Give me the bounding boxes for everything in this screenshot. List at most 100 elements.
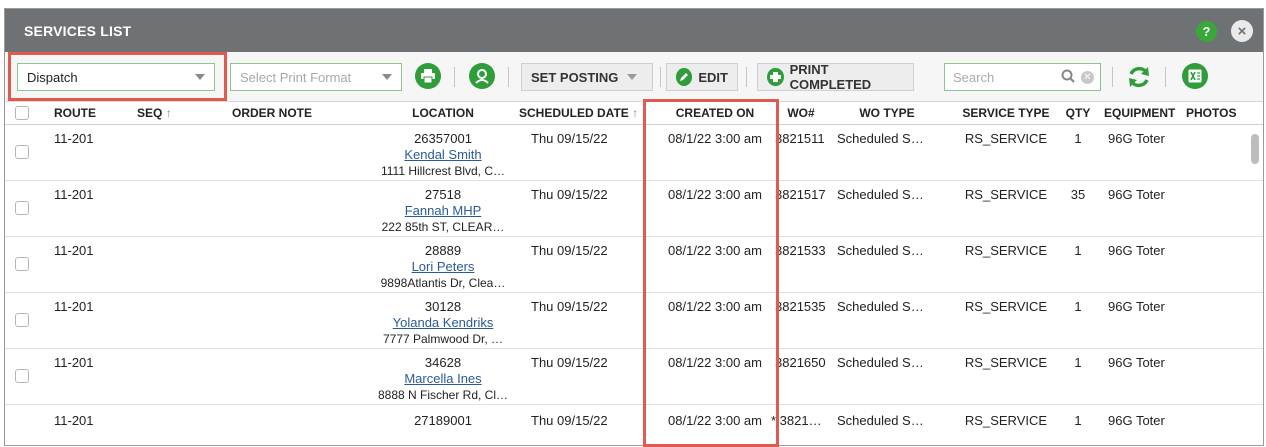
- scheduled-date-cell: Thu 09/15/22: [531, 355, 608, 370]
- location-address: 222 85th ST, CLEAR…: [381, 220, 505, 234]
- customer-link[interactable]: Yolanda Kendriks: [343, 315, 543, 331]
- equipment-cell: 96G Toter: [1108, 131, 1165, 146]
- row-checkbox[interactable]: [15, 201, 29, 215]
- scheduled-date-cell: Thu 09/15/22: [531, 299, 608, 314]
- chevron-down-icon: [382, 74, 392, 80]
- toolbar-divider: [660, 67, 661, 87]
- search-box[interactable]: Search ✕: [944, 63, 1101, 91]
- search-input[interactable]: Search: [953, 70, 1061, 85]
- col-order-note[interactable]: ORDER NOTE: [232, 106, 312, 120]
- col-created-on[interactable]: CREATED ON: [649, 106, 781, 120]
- equipment-cell: 96G Toter: [1108, 243, 1165, 258]
- col-route[interactable]: ROUTE: [54, 106, 96, 120]
- toolbar: Dispatch Select Print Format SET POSTING…: [5, 52, 1263, 102]
- col-qty[interactable]: QTY: [1065, 106, 1091, 120]
- route-cell: 11-201: [54, 131, 94, 146]
- customer-link[interactable]: Fannah MHP: [343, 203, 543, 219]
- service-type-cell: RS_SERVICE: [964, 413, 1048, 428]
- qty-cell: 1: [1074, 131, 1082, 146]
- location-id: 27189001: [414, 413, 472, 428]
- col-scheduled-date[interactable]: SCHEDULED DATE ↑: [519, 106, 638, 120]
- created-on-cell: 08/1/22 3:00 am: [668, 243, 762, 258]
- wo-type-cell: Scheduled S…: [837, 131, 924, 146]
- edit-label: EDIT: [698, 69, 728, 85]
- customer-link[interactable]: Kendal Smith: [343, 147, 543, 163]
- search-icon[interactable]: [1061, 69, 1075, 86]
- col-service-type[interactable]: SERVICE TYPE: [951, 106, 1061, 120]
- route-cell: 11-201: [54, 187, 94, 202]
- print-icon: [767, 68, 784, 86]
- clear-icon[interactable]: ✕: [1081, 70, 1094, 84]
- col-location[interactable]: LOCATION: [343, 106, 543, 120]
- dispatch-select[interactable]: Dispatch: [17, 63, 215, 91]
- row-checkbox[interactable]: [15, 257, 29, 271]
- services-list-window: SERVICES LIST ? × Dispatch Select Print …: [4, 8, 1264, 446]
- scrollbar-thumb[interactable]: [1251, 134, 1259, 164]
- close-icon[interactable]: ×: [1231, 20, 1253, 42]
- print-format-select[interactable]: Select Print Format: [230, 63, 402, 91]
- created-on-cell: 08/1/22 3:00 am: [668, 299, 762, 314]
- route-cell: 11-201: [54, 243, 94, 258]
- wo-type-cell: Scheduled S…: [837, 243, 924, 258]
- location-cell: 34628 Marcella Ines 8888 N Fischer Rd, C…: [343, 355, 543, 403]
- table-header: ROUTE SEQ ↑ ORDER NOTE LOCATION SCHEDULE…: [5, 102, 1263, 125]
- scheduled-date-cell: Thu 09/15/22: [531, 187, 608, 202]
- row-checkbox[interactable]: [15, 313, 29, 327]
- equipment-cell: 96G Toter: [1108, 355, 1165, 370]
- scheduled-date-cell: Thu 09/15/22: [531, 131, 608, 146]
- driver-icon[interactable]: [469, 63, 495, 89]
- wo-number-cell: * 3821…: [771, 413, 822, 428]
- col-wo-number[interactable]: WO#: [775, 106, 827, 120]
- sort-arrow-icon: ↑: [632, 106, 639, 120]
- table-row[interactable]: 11-201 26357001 Kendal Smith 1111 Hillcr…: [5, 125, 1263, 181]
- chevron-down-icon: [195, 74, 205, 80]
- table-row[interactable]: 11-201 30128 Yolanda Kendriks 7777 Palmw…: [5, 293, 1263, 349]
- service-type-cell: RS_SERVICE: [964, 299, 1048, 314]
- location-cell: 28889 Lori Peters 9898Atlantis Dr, Clea…: [343, 243, 543, 291]
- excel-export-icon[interactable]: [1182, 63, 1208, 89]
- equipment-cell: 96G Toter: [1108, 413, 1165, 428]
- route-cell: 11-201: [54, 355, 94, 370]
- location-cell: 30128 Yolanda Kendriks 7777 Palmwood Dr,…: [343, 299, 543, 347]
- created-on-cell: 08/1/22 3:00 am: [668, 355, 762, 370]
- set-posting-button[interactable]: SET POSTING: [521, 63, 653, 91]
- wo-type-cell: Scheduled S…: [837, 413, 924, 428]
- table-row[interactable]: 11-201 34628 Marcella Ines 8888 N Fische…: [5, 349, 1263, 405]
- location-id: 34628: [424, 355, 462, 370]
- wo-type-cell: Scheduled S…: [837, 299, 924, 314]
- row-checkbox[interactable]: [15, 145, 29, 159]
- row-checkbox[interactable]: [15, 369, 29, 383]
- col-seq[interactable]: SEQ ↑: [137, 106, 172, 120]
- table-row[interactable]: 11-201 27518 Fannah MHP 222 85th ST, CLE…: [5, 181, 1263, 237]
- print-completed-button[interactable]: PRINT COMPLETED: [757, 62, 914, 92]
- created-on-cell: 08/1/22 3:00 am: [668, 187, 762, 202]
- print-completed-label: PRINT COMPLETED: [789, 62, 872, 92]
- sort-arrow-icon: ↑: [165, 106, 172, 120]
- location-id: 28889: [424, 243, 462, 258]
- set-posting-label: SET POSTING: [531, 69, 619, 85]
- col-wo-type[interactable]: WO TYPE: [831, 106, 943, 120]
- refresh-icon[interactable]: [1126, 64, 1152, 93]
- created-on-cell: 08/1/22 3:00 am: [668, 131, 762, 146]
- wo-number-cell: 3821650: [775, 355, 826, 370]
- location-cell: 27189001: [343, 413, 543, 429]
- table-row[interactable]: 11-201 27189001 Thu 09/15/22 08/1/22 3:0…: [5, 405, 1263, 435]
- edit-button[interactable]: EDIT: [666, 63, 738, 91]
- location-cell: 27518 Fannah MHP 222 85th ST, CLEAR…: [343, 187, 543, 235]
- select-all-checkbox[interactable]: [15, 106, 29, 120]
- print-format-placeholder: Select Print Format: [240, 69, 352, 85]
- help-icon[interactable]: ?: [1196, 21, 1217, 42]
- col-equipment[interactable]: EQUIPMENT: [1104, 106, 1175, 120]
- table-row[interactable]: 11-201 28889 Lori Peters 9898Atlantis Dr…: [5, 237, 1263, 293]
- chevron-down-icon: [627, 74, 638, 80]
- print-icon[interactable]: [415, 63, 441, 89]
- wo-type-cell: Scheduled S…: [837, 355, 924, 370]
- scheduled-date-cell: Thu 09/15/22: [531, 413, 608, 428]
- customer-link[interactable]: Marcella Ines: [343, 371, 543, 387]
- customer-link[interactable]: Lori Peters: [343, 259, 543, 275]
- title-bar: SERVICES LIST ? ×: [5, 9, 1263, 52]
- wo-number-cell: 3821535: [775, 299, 826, 314]
- route-cell: 11-201: [54, 413, 94, 428]
- equipment-cell: 96G Toter: [1108, 299, 1165, 314]
- col-photos[interactable]: PHOTOS: [1186, 106, 1236, 120]
